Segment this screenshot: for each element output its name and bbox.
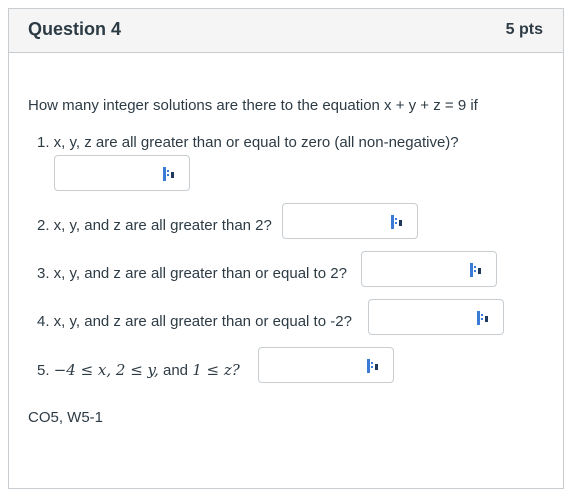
part-2-label: 2. x, y, and z are all greater than 2? [37, 217, 272, 234]
question-footer-tag: CO5, W5-1 [28, 409, 104, 426]
password-manager-icon[interactable] [163, 167, 175, 181]
password-manager-icon[interactable] [477, 311, 489, 325]
part-2-answer-box[interactable] [282, 203, 418, 239]
part-5-math-1: −4 ≤ x, 2 ≤ y, [53, 361, 159, 379]
part-1-answer-box[interactable] [54, 155, 190, 191]
part-2-answer-input[interactable] [283, 204, 387, 238]
question-header: Question 4 5 pts [9, 9, 563, 53]
part-5-answer-box[interactable] [258, 347, 394, 383]
password-manager-icon[interactable] [470, 263, 482, 277]
part-5-and: and [162, 362, 189, 379]
question-title: Question 4 [28, 19, 122, 39]
question-points: 5 pts [505, 21, 543, 38]
part-3-answer-input[interactable] [362, 252, 466, 286]
part-5-answer-input[interactable] [259, 348, 363, 382]
question-intro: How many integer solutions are there to … [28, 97, 478, 114]
password-manager-icon[interactable] [367, 359, 379, 373]
part-4-answer-box[interactable] [368, 299, 504, 335]
part-4-label: 4. x, y, and z are all greater than or e… [37, 313, 352, 330]
part-3-label: 3. x, y, and z are all greater than or e… [37, 265, 347, 282]
part-1-answer-input[interactable] [55, 156, 159, 190]
password-manager-icon[interactable] [391, 215, 403, 229]
part-5-number: 5. [37, 362, 50, 379]
part-4-answer-input[interactable] [369, 300, 473, 334]
part-3-answer-box[interactable] [361, 251, 497, 287]
part-1-label: 1. x, y, z are all greater than or equal… [37, 134, 459, 151]
part-5-label: 5. −4 ≤ x, 2 ≤ y, and 1 ≤ z? [37, 361, 240, 379]
question-card: Question 4 5 pts How many integer soluti… [8, 8, 564, 489]
part-5-math-2: 1 ≤ z? [192, 361, 240, 379]
